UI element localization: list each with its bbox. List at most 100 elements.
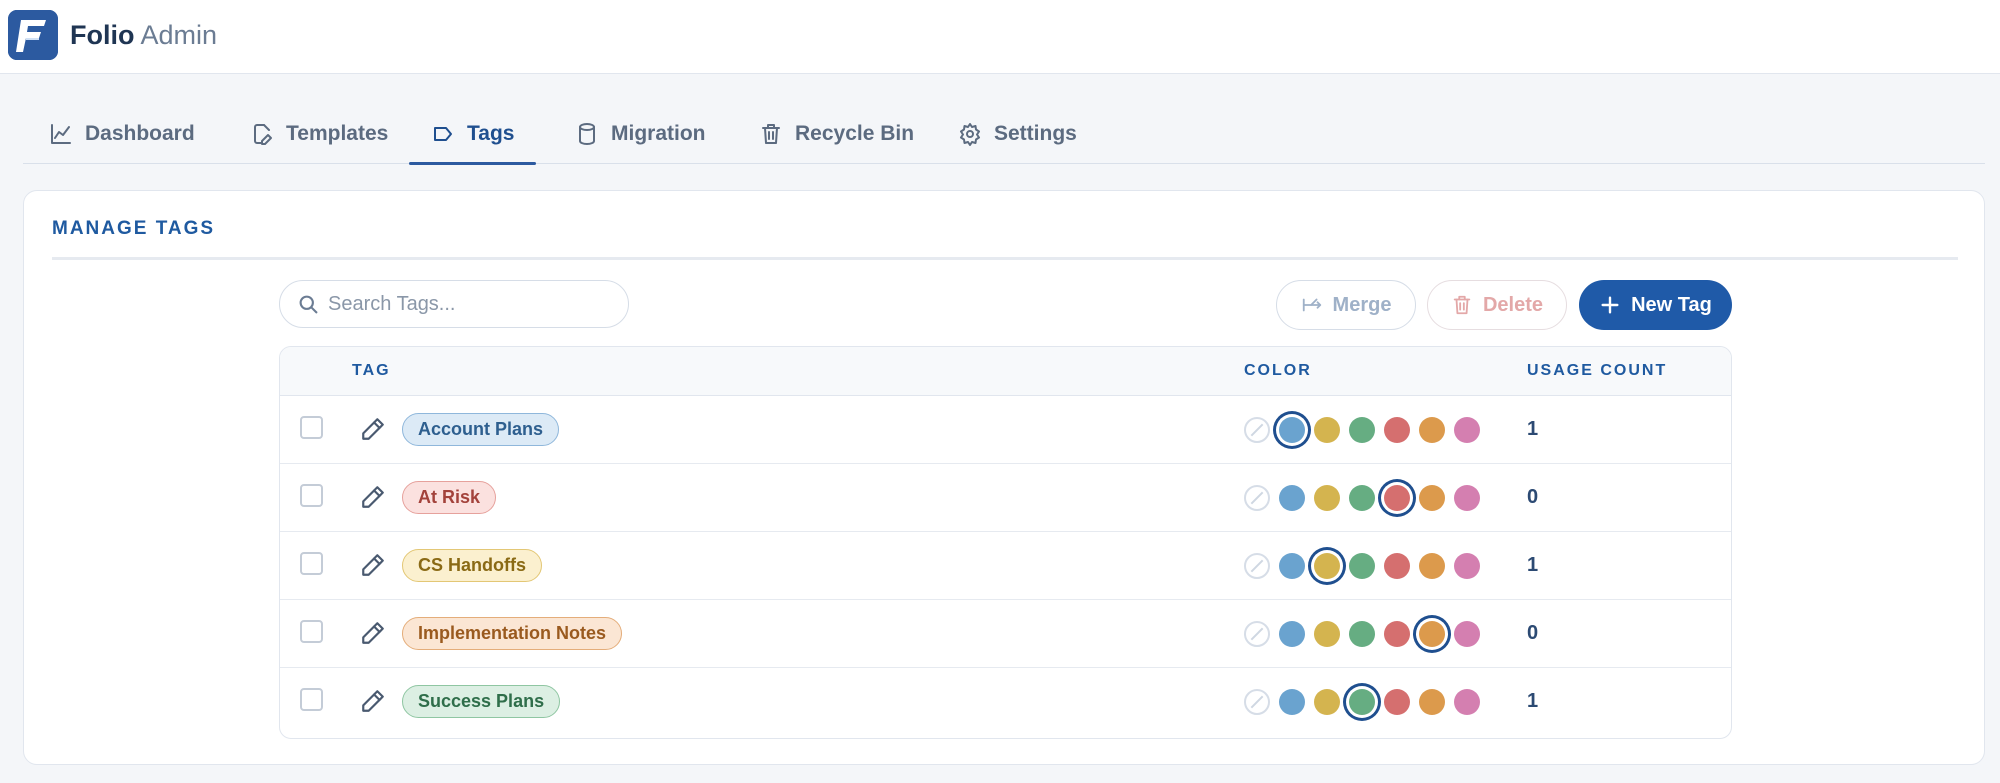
pencil-icon[interactable]	[360, 620, 386, 646]
color-swatch-none[interactable]	[1244, 689, 1270, 715]
merge-button[interactable]: Merge	[1276, 280, 1416, 330]
plus-icon	[1601, 296, 1619, 314]
color-swatch-pink[interactable]	[1454, 553, 1480, 579]
usage-count: 0	[1527, 486, 1539, 508]
trash-icon	[762, 124, 780, 144]
tag-pill[interactable]: Account Plans	[402, 413, 560, 446]
search-input[interactable]	[328, 281, 618, 327]
color-picker	[1244, 480, 1504, 516]
row-checkbox[interactable]	[300, 484, 323, 507]
color-swatch-green[interactable]	[1349, 689, 1375, 715]
color-swatch-yellow[interactable]	[1314, 417, 1340, 443]
tab-recycle-bin[interactable]: Recycle Bin	[753, 104, 920, 164]
brand-suffix: Admin	[140, 20, 218, 50]
color-swatch-green[interactable]	[1349, 621, 1375, 647]
pencil-icon[interactable]	[360, 552, 386, 578]
color-swatch-none[interactable]	[1244, 621, 1270, 647]
color-swatch-pink[interactable]	[1454, 417, 1480, 443]
tag-pill[interactable]: CS Handoffs	[402, 549, 542, 582]
color-swatch-orange[interactable]	[1419, 621, 1445, 647]
color-picker	[1244, 616, 1504, 652]
pencil-icon[interactable]	[360, 416, 386, 442]
row-checkbox[interactable]	[300, 688, 323, 711]
color-swatch-none[interactable]	[1244, 553, 1270, 579]
tab-tags[interactable]: Tags	[409, 104, 537, 165]
color-swatch-green[interactable]	[1349, 417, 1375, 443]
tab-label: Migration	[611, 122, 706, 145]
tag-pill[interactable]: At Risk	[402, 481, 497, 514]
color-swatch-orange[interactable]	[1419, 689, 1445, 715]
tab-label: Tags	[467, 122, 515, 145]
merge-label: Merge	[1332, 293, 1392, 316]
brand-name: Folio	[70, 20, 135, 50]
row-checkbox[interactable]	[300, 552, 323, 575]
tags-table: TAG COLOR USAGE COUNT Account Plans 1 At R…	[279, 346, 1732, 739]
delete-button[interactable]: Delete	[1427, 280, 1567, 330]
tab-label: Recycle Bin	[795, 122, 915, 145]
folio-logo-icon[interactable]	[8, 10, 58, 60]
color-swatch-pink[interactable]	[1454, 621, 1480, 647]
header-color[interactable]: COLOR	[1244, 362, 1312, 380]
color-swatch-blue[interactable]	[1279, 485, 1305, 511]
trash-icon	[1453, 295, 1471, 315]
app-brand: Folio Admin	[70, 19, 217, 51]
color-swatch-blue[interactable]	[1279, 553, 1305, 579]
color-swatch-orange[interactable]	[1419, 417, 1445, 443]
usage-count: 1	[1527, 418, 1539, 440]
pencil-icon[interactable]	[360, 484, 386, 510]
color-swatch-orange[interactable]	[1419, 485, 1445, 511]
pencil-icon[interactable]	[360, 688, 386, 714]
color-swatch-yellow[interactable]	[1314, 621, 1340, 647]
table-row: Success Plans 1	[280, 668, 1731, 736]
color-picker	[1244, 684, 1504, 720]
tag-pill[interactable]: Success Plans	[402, 685, 561, 718]
usage-count: 0	[1527, 622, 1539, 644]
color-swatch-yellow[interactable]	[1314, 485, 1340, 511]
color-swatch-red[interactable]	[1384, 689, 1410, 715]
table-row: At Risk 0	[280, 464, 1731, 532]
row-checkbox[interactable]	[300, 416, 323, 439]
merge-icon	[1302, 298, 1321, 312]
color-swatch-orange[interactable]	[1419, 553, 1445, 579]
usage-count: 1	[1527, 554, 1539, 576]
tab-dashboard[interactable]: Dashboard	[43, 104, 201, 164]
manage-tags-card: MANAGE TAGS Merge Delete New Tag TAG COL…	[23, 190, 1985, 765]
header-usage-count[interactable]: USAGE COUNT	[1527, 362, 1667, 380]
color-swatch-green[interactable]	[1349, 553, 1375, 579]
tab-label: Settings	[994, 122, 1077, 145]
database-icon	[579, 123, 595, 145]
table-row: Account Plans 1	[280, 396, 1731, 464]
color-swatch-red[interactable]	[1384, 621, 1410, 647]
main-tabs: Dashboard Templates Tags Migration Recyc…	[23, 104, 1985, 165]
color-swatch-green[interactable]	[1349, 485, 1375, 511]
search-box	[279, 280, 629, 328]
color-swatch-none[interactable]	[1244, 485, 1270, 511]
delete-label: Delete	[1482, 293, 1544, 316]
tab-label: Dashboard	[85, 122, 195, 145]
color-swatch-red[interactable]	[1384, 553, 1410, 579]
color-picker	[1244, 548, 1504, 584]
color-swatch-pink[interactable]	[1454, 689, 1480, 715]
color-swatch-blue[interactable]	[1279, 621, 1305, 647]
search-icon	[299, 295, 318, 314]
tab-label: Templates	[286, 122, 389, 145]
section-title: MANAGE TAGS	[52, 218, 216, 239]
tab-templates[interactable]: Templates	[244, 104, 394, 164]
color-swatch-blue[interactable]	[1279, 417, 1305, 443]
header-tag[interactable]: TAG	[352, 362, 391, 380]
color-swatch-yellow[interactable]	[1314, 553, 1340, 579]
tab-settings[interactable]: Settings	[952, 104, 1083, 164]
tag-icon	[434, 127, 452, 141]
row-checkbox[interactable]	[300, 620, 323, 643]
color-swatch-red[interactable]	[1384, 485, 1410, 511]
color-swatch-none[interactable]	[1244, 417, 1270, 443]
tab-migration[interactable]: Migration	[569, 104, 712, 164]
color-swatch-yellow[interactable]	[1314, 689, 1340, 715]
tag-pill[interactable]: Implementation Notes	[402, 617, 623, 650]
color-swatch-blue[interactable]	[1279, 689, 1305, 715]
color-swatch-red[interactable]	[1384, 417, 1410, 443]
new-tag-button[interactable]: New Tag	[1579, 280, 1732, 330]
new-tag-label: New Tag	[1631, 293, 1712, 316]
divider	[52, 257, 1958, 260]
color-swatch-pink[interactable]	[1454, 485, 1480, 511]
